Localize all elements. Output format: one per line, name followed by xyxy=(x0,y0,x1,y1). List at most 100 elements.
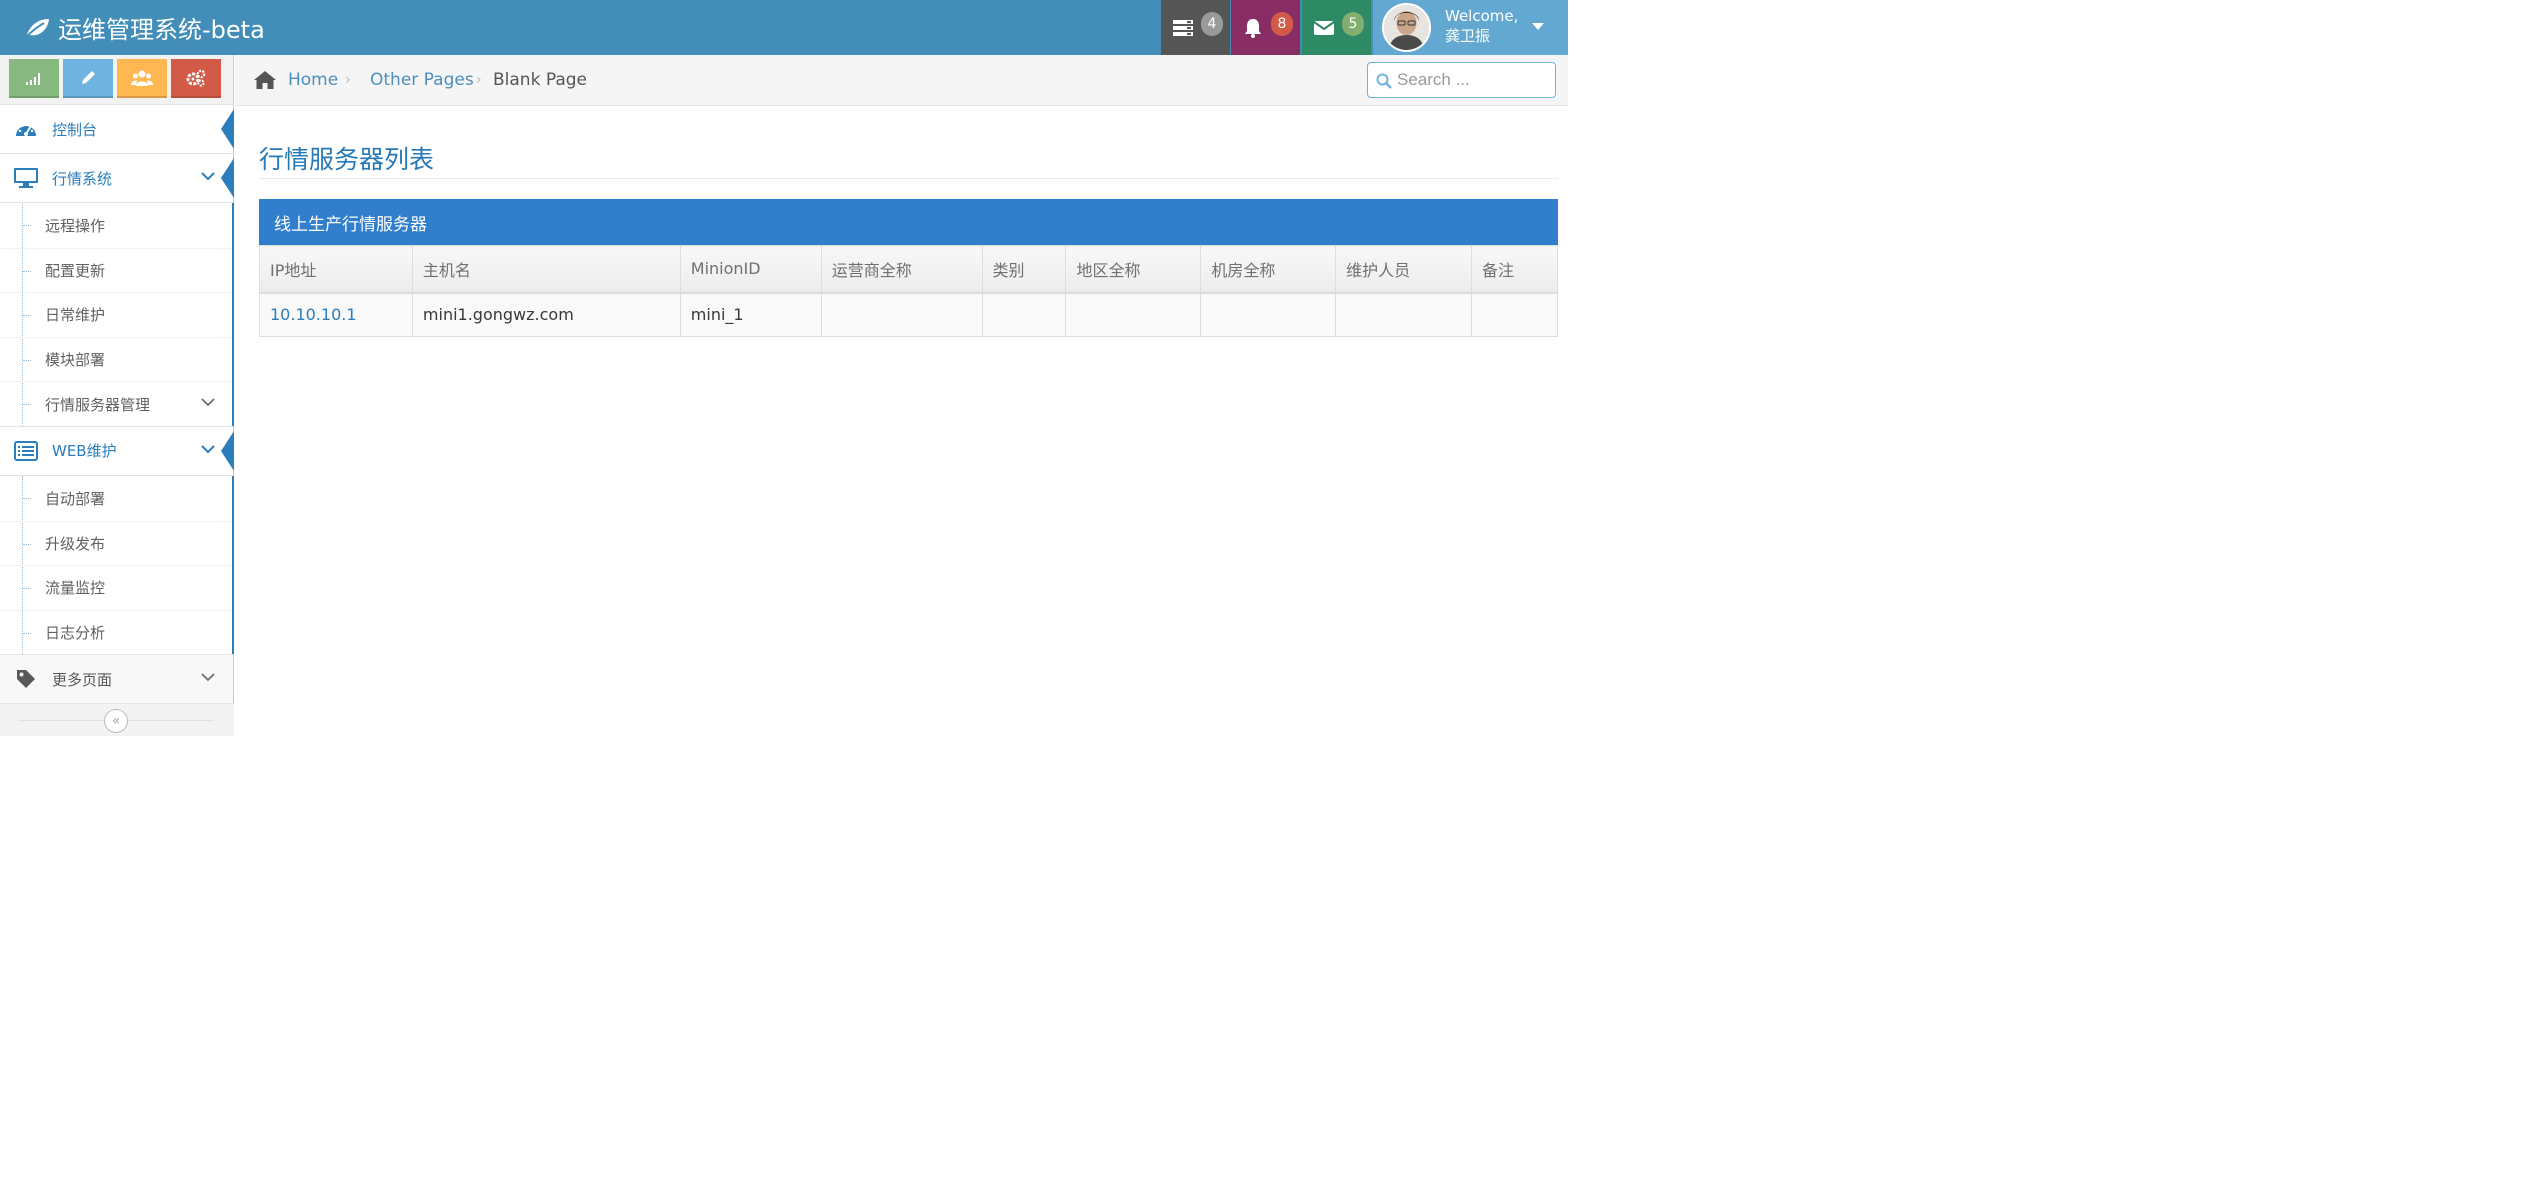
sidebar-item-daily-maintenance[interactable]: 日常维护 xyxy=(0,292,233,337)
breadcrumb-current: Blank Page xyxy=(493,69,587,90)
sidebar-item-label: 行情服务器管理 xyxy=(45,395,151,414)
search-box xyxy=(1367,62,1556,98)
column-header-region[interactable]: 地区全称 xyxy=(1065,245,1202,294)
double-angle-left-icon: « xyxy=(111,713,121,729)
cell-datacenter xyxy=(1200,292,1337,337)
table-row: 10.10.10.1 mini1.gongwz.com mini_1 xyxy=(259,292,1558,337)
cell-maintainer xyxy=(1335,292,1473,337)
shortcut-edit-button[interactable] xyxy=(63,59,113,98)
table-header-row: IP地址 主机名 MinionID 运营商全称 类别 地区全称 机房全称 维护人… xyxy=(259,245,1558,294)
sidebar-item-label: 更多页面 xyxy=(52,670,113,689)
notifications-button[interactable]: 8 xyxy=(1231,0,1300,55)
table-title: 线上生产行情服务器 xyxy=(274,214,427,235)
sidebar-item-release[interactable]: 升级发布 xyxy=(0,520,233,566)
messages-button[interactable]: 5 xyxy=(1302,0,1371,55)
sidebar-item-config-update[interactable]: 配置更新 xyxy=(0,247,233,293)
sidebar-item-label: WEB维护 xyxy=(52,442,117,461)
sidebar-item-label: 控制台 xyxy=(52,120,98,139)
active-indicator xyxy=(221,109,234,149)
sidebar-item-label: 流量监控 xyxy=(45,579,106,598)
sidebar-item-web-maintenance[interactable]: WEB维护 xyxy=(0,426,234,476)
messages-badge: 5 xyxy=(1342,12,1364,36)
tag-icon xyxy=(17,670,35,689)
sidebar-item-server-management[interactable]: 行情服务器管理 xyxy=(0,381,233,426)
breadcrumb-separator-icon: › xyxy=(345,71,351,88)
home-icon[interactable] xyxy=(253,55,277,104)
brand[interactable]: 运维管理系统-beta xyxy=(24,0,265,55)
column-header-maintainer[interactable]: 维护人员 xyxy=(1335,245,1473,294)
cell-hostname: mini1.gongwz.com xyxy=(411,292,681,337)
column-header-minion-id[interactable]: MinionID xyxy=(679,245,822,294)
avatar xyxy=(1382,3,1431,52)
breadcrumb-home-link[interactable]: Home xyxy=(288,55,338,104)
active-indicator xyxy=(232,203,234,426)
chevron-down-icon xyxy=(201,673,215,682)
table-header-bar: 线上生产行情服务器 xyxy=(259,199,1558,245)
sidebar-item-label: 日志分析 xyxy=(45,624,106,643)
sidebar-shortcuts xyxy=(0,55,233,105)
list-alt-icon xyxy=(14,440,38,461)
sidebar-item-label: 模块部署 xyxy=(45,351,106,370)
username: 龚卫振 xyxy=(1445,27,1491,45)
column-header-datacenter[interactable]: 机房全称 xyxy=(1200,245,1337,294)
desktop-icon xyxy=(14,168,38,188)
search-icon xyxy=(1376,73,1392,89)
chevron-down-icon xyxy=(201,398,215,407)
column-header-notes[interactable]: 备注 xyxy=(1471,245,1558,294)
tasks-badge: 4 xyxy=(1201,12,1223,36)
cell-ip-link[interactable]: 10.10.10.1 xyxy=(259,292,413,337)
cell-notes xyxy=(1471,292,1558,337)
divider xyxy=(259,178,1558,179)
tasks-icon xyxy=(1172,19,1193,36)
cell-category xyxy=(981,292,1067,337)
sidebar-item-label: 行情系统 xyxy=(52,169,113,188)
sidebar-collapse-button[interactable]: « xyxy=(104,709,128,733)
chevron-down-icon xyxy=(201,445,215,454)
tasks-button[interactable]: 4 xyxy=(1161,0,1230,55)
active-indicator xyxy=(221,430,234,471)
breadcrumb-other-pages-link[interactable]: Other Pages xyxy=(370,55,474,104)
sidebar-item-market-system[interactable]: 行情系统 xyxy=(0,154,234,203)
column-header-ip[interactable]: IP地址 xyxy=(259,245,413,294)
chevron-down-icon xyxy=(201,172,215,181)
sidebar-item-auto-deploy[interactable]: 自动部署 xyxy=(0,476,233,521)
sidebar-item-module-deploy[interactable]: 模块部署 xyxy=(0,336,233,382)
column-header-hostname[interactable]: 主机名 xyxy=(411,245,681,294)
brand-title: 运维管理系统-beta xyxy=(58,16,265,44)
active-indicator xyxy=(232,475,234,655)
sidebar-collapse-bar: « xyxy=(0,704,234,736)
sidebar-item-dashboard[interactable]: 控制台 xyxy=(0,105,234,154)
cogs-icon xyxy=(186,69,206,87)
submenu-web-maintenance: 自动部署 升级发布 流量监控 日志分析 xyxy=(0,475,234,656)
shortcut-stats-button[interactable] xyxy=(9,59,59,98)
sidebar-item-traffic-monitor[interactable]: 流量监控 xyxy=(0,565,233,610)
search-input[interactable] xyxy=(1397,67,1547,93)
user-menu[interactable]: Welcome, 龚卫振 xyxy=(1373,0,1568,55)
cell-region xyxy=(1065,292,1202,337)
shortcut-settings-button[interactable] xyxy=(171,59,221,98)
sidebar-item-label: 自动部署 xyxy=(45,489,106,508)
welcome-text: Welcome, xyxy=(1445,7,1519,25)
signal-icon xyxy=(26,72,40,85)
sidebar-item-remote-ops[interactable]: 远程操作 xyxy=(0,203,233,248)
column-header-category[interactable]: 类别 xyxy=(981,245,1067,294)
sidebar-item-label: 日常维护 xyxy=(45,306,106,325)
group-icon xyxy=(131,70,153,86)
column-header-carrier[interactable]: 运营商全称 xyxy=(820,245,983,294)
server-table: IP地址 主机名 MinionID 运营商全称 类别 地区全称 机房全称 维护人… xyxy=(259,245,1558,337)
pencil-icon xyxy=(82,70,95,84)
notifications-badge: 8 xyxy=(1271,12,1293,36)
cell-carrier xyxy=(820,292,983,337)
page-title: 行情服务器列表 xyxy=(259,145,435,174)
breadcrumb: Home › Other Pages › Blank Page xyxy=(235,55,1568,106)
top-navbar: 运维管理系统-beta 4 8 5 Welcome, 龚卫振 xyxy=(0,0,1568,55)
bell-icon xyxy=(1244,18,1261,38)
leaf-icon xyxy=(24,18,49,39)
active-indicator xyxy=(221,158,234,198)
sidebar-item-label: 远程操作 xyxy=(45,216,106,235)
sidebar-item-log-analysis[interactable]: 日志分析 xyxy=(0,609,233,655)
sidebar-item-label: 升级发布 xyxy=(45,534,106,553)
shortcut-users-button[interactable] xyxy=(117,59,167,98)
envelope-icon xyxy=(1312,20,1335,35)
sidebar-item-more-pages[interactable]: 更多页面 xyxy=(0,655,233,705)
